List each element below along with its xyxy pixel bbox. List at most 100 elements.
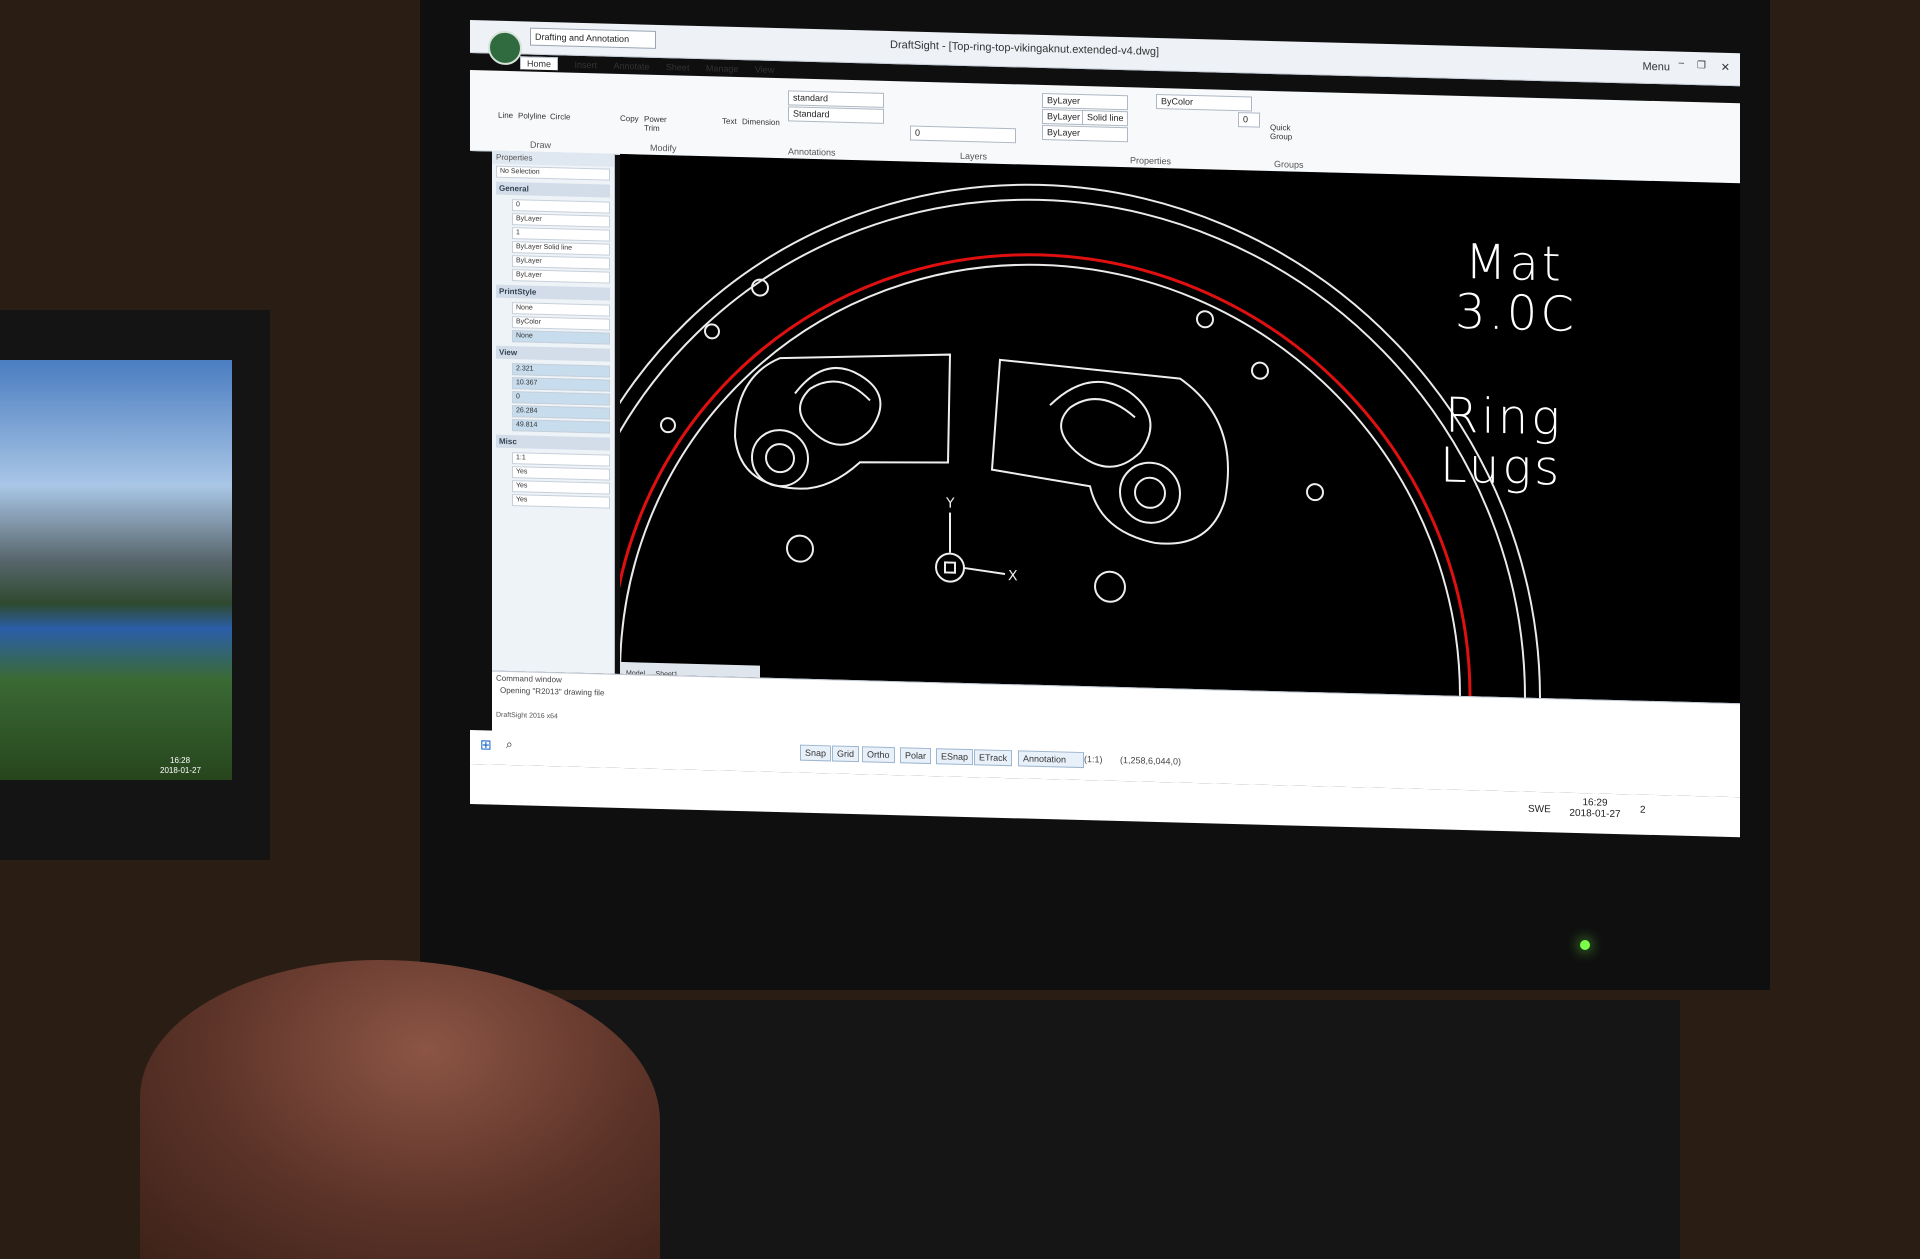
group-properties-label: Properties <box>1130 155 1172 167</box>
misc-section[interactable]: Misc <box>496 434 610 451</box>
polar-toggle[interactable]: Polar <box>900 747 932 765</box>
etrack-toggle[interactable]: ETrack <box>974 749 1013 767</box>
misc-value[interactable]: Yes <box>512 494 610 509</box>
left-plate <box>733 353 952 490</box>
dimension-tool[interactable]: Dimension <box>742 117 780 127</box>
photo-scene: 16:28 2018-01-27 Drafting and Annotation… <box>0 0 1920 1259</box>
canvas-text-value: 3.0C <box>1455 283 1577 343</box>
copy-tool[interactable]: Copy <box>620 114 639 123</box>
power-trim-tool[interactable]: Power Trim <box>644 115 674 134</box>
clock[interactable]: 16:29 2018-01-27 <box>1560 797 1630 821</box>
prop-linestyle-a: ByLayer <box>516 243 542 251</box>
left-knot <box>794 367 882 446</box>
prop-scale[interactable]: 1 <box>512 227 610 242</box>
monitor-screen: Drafting and Annotation DraftSight - [To… <box>470 20 1740 923</box>
tab-insert[interactable]: Insert <box>574 60 597 71</box>
general-section[interactable]: General <box>496 181 610 198</box>
properties-panel: Properties No Selection General 0 ByLaye… <box>492 150 615 674</box>
outer-ring-1 <box>620 183 1541 704</box>
misc-value[interactable]: Yes <box>512 466 610 481</box>
properties-title: Properties <box>492 150 614 167</box>
scale-readout: (1:1) <box>1084 754 1103 765</box>
tab-view[interactable]: View <box>755 64 774 75</box>
view-value: 0 <box>512 391 610 406</box>
right-knot <box>1049 380 1152 468</box>
text-style-select[interactable]: standard <box>788 90 884 108</box>
printstyle-v3[interactable]: None <box>512 330 610 345</box>
annotation-select[interactable]: Annotation <box>1018 750 1084 769</box>
canvas-text-lugs: Lugs <box>1440 437 1563 497</box>
transparency-value[interactable]: 0 <box>1238 112 1260 128</box>
cad-drawing: Y X <box>620 183 1541 704</box>
quick-group-tool[interactable]: Quick Group <box>1270 123 1300 142</box>
text-tool[interactable]: Text <box>722 117 737 126</box>
group-draw-label: Draw <box>530 139 552 151</box>
menu-button[interactable]: Menu <box>1642 61 1670 74</box>
close-icon[interactable]: ✕ <box>1721 61 1730 74</box>
misc-value[interactable]: Yes <box>512 480 610 495</box>
command-window-label: Command window <box>496 673 562 685</box>
dim-style-select[interactable]: Standard <box>788 106 884 124</box>
small-hole <box>1094 570 1126 603</box>
tab-sheet[interactable]: Sheet <box>666 62 690 73</box>
linetype-select[interactable]: ByLayer <box>1042 108 1084 126</box>
right-boss-outer <box>1119 461 1181 524</box>
linestyle-select[interactable]: Solid line <box>1082 110 1128 127</box>
bolt-hole <box>704 323 720 340</box>
notification-count[interactable]: 2 <box>1640 805 1646 816</box>
group-annotations-label: Annotations <box>788 146 836 158</box>
polyline-tool[interactable]: Polyline <box>518 111 546 121</box>
draftsight-logo-icon[interactable] <box>488 30 522 66</box>
view-value: 2.321 <box>512 363 610 378</box>
view-section[interactable]: View <box>496 345 610 362</box>
ucs-origin <box>935 552 965 583</box>
small-hole <box>786 534 814 563</box>
group-layers-label: Layers <box>960 150 988 162</box>
laptop: 16:28 2018-01-27 <box>0 310 270 860</box>
windows-start-icon[interactable]: ⊞ <box>480 736 492 753</box>
group-modify-label: Modify <box>650 142 677 154</box>
tab-annotate[interactable]: Annotate <box>613 61 649 72</box>
printstyle-section[interactable]: PrintStyle <box>496 284 610 301</box>
prop-layer[interactable]: 0 <box>512 199 610 214</box>
prop-color[interactable]: ByLayer <box>512 213 610 228</box>
prop-linestyle-b: Solid line <box>543 243 573 252</box>
bolt-hole <box>1196 310 1214 329</box>
prop-lineweight[interactable]: ByLayer <box>512 255 610 270</box>
color-select[interactable]: ByLayer <box>1042 92 1128 111</box>
left-boss-inner <box>765 443 795 474</box>
language-indicator[interactable]: SWE <box>1528 804 1551 816</box>
color2-select[interactable]: ByColor <box>1156 93 1252 112</box>
bolt-hole <box>1251 361 1269 380</box>
esnap-toggle[interactable]: ESnap <box>936 748 974 766</box>
tab-home[interactable]: Home <box>520 56 559 71</box>
drawing-canvas[interactable]: Y X Mat 3.0C Ring Lugs Model Sheet1 <box>620 153 1740 704</box>
window-title: DraftSight - [Top-ring-top-vikingaknut.e… <box>890 38 1160 59</box>
workspace-select[interactable]: Drafting and Annotation <box>530 27 656 49</box>
view-value: 49.814 <box>512 419 610 434</box>
printstyle-v2[interactable]: ByColor <box>512 316 610 331</box>
grid-toggle[interactable]: Grid <box>832 745 860 763</box>
tab-manage[interactable]: Manage <box>706 63 739 74</box>
ucs-x-label: X <box>1008 568 1018 584</box>
misc-value[interactable]: 1:1 <box>512 452 610 467</box>
power-led <box>1580 940 1590 950</box>
printstyle-v1[interactable]: None <box>512 302 610 317</box>
prop-linestyle[interactable]: ByLayer Solid line <box>512 241 610 256</box>
view-value: 10.367 <box>512 377 610 392</box>
selection-select[interactable]: No Selection <box>496 165 610 181</box>
right-boss-inner <box>1134 476 1166 509</box>
circle-tool[interactable]: Circle <box>550 112 570 122</box>
search-icon[interactable]: ⌕ <box>506 737 513 752</box>
snap-toggle[interactable]: Snap <box>800 744 832 762</box>
coordinate-readout: (1,258,6,044,0) <box>1120 755 1182 767</box>
laptop-time: 16:28 <box>170 756 191 765</box>
lineweight-select[interactable]: ByLayer <box>1042 124 1128 143</box>
keyboard <box>520 1000 1680 1259</box>
line-tool[interactable]: Line <box>498 111 513 120</box>
prop-extra[interactable]: ByLayer <box>512 269 610 284</box>
restore-icon[interactable]: ❐ <box>1697 60 1706 71</box>
minimize-icon[interactable]: – <box>1678 58 1684 69</box>
layer-select[interactable]: 0 <box>910 125 1016 144</box>
ortho-toggle[interactable]: Ortho <box>862 746 895 764</box>
